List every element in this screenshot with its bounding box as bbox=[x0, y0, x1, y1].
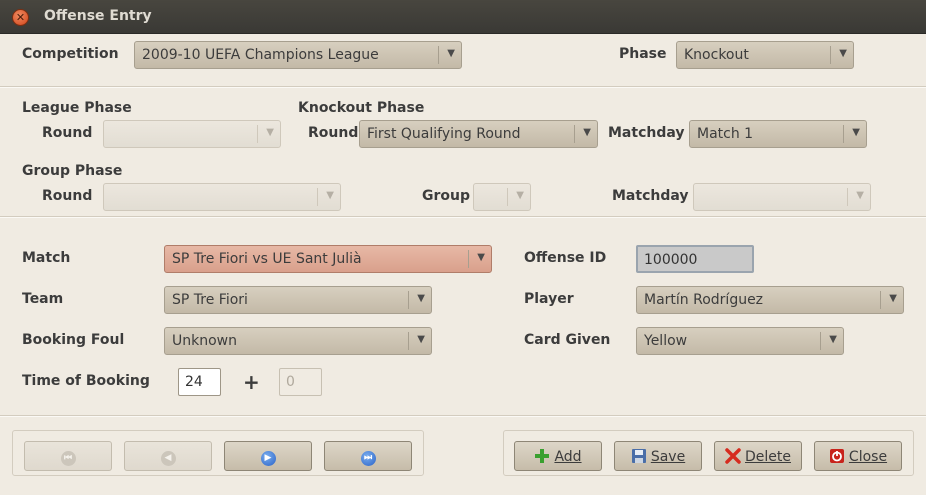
offense-id-label: Offense ID bbox=[524, 250, 607, 266]
booking-foul-label: Booking Foul bbox=[22, 332, 125, 348]
close-button[interactable]: Close bbox=[814, 441, 902, 471]
stoppage-time-field[interactable]: 0 bbox=[279, 368, 322, 396]
chevron-down-icon: ▼ bbox=[417, 293, 425, 304]
league-round-label: Round bbox=[42, 125, 93, 141]
title-bar: ✕ Offense Entry bbox=[0, 0, 926, 34]
next-record-icon: ▶ bbox=[260, 451, 276, 466]
chevron-down-icon: ▼ bbox=[516, 190, 524, 201]
chevron-down-icon: ▼ bbox=[326, 190, 334, 201]
player-label: Player bbox=[524, 291, 574, 307]
delete-icon bbox=[725, 448, 741, 464]
card-given-select[interactable]: Yellow ▼ bbox=[636, 327, 844, 355]
chevron-down-icon: ▼ bbox=[583, 127, 591, 138]
team-select[interactable]: SP Tre Fiori ▼ bbox=[164, 286, 432, 314]
group-round-select[interactable]: ▼ bbox=[103, 183, 341, 211]
league-round-select[interactable]: ▼ bbox=[103, 120, 281, 148]
phase-select[interactable]: Knockout ▼ bbox=[676, 41, 854, 69]
league-phase-heading: League Phase bbox=[22, 100, 132, 116]
booking-foul-value: Unknown bbox=[172, 333, 237, 349]
chevron-down-icon: ▼ bbox=[829, 334, 837, 345]
divider bbox=[0, 86, 926, 88]
group-matchday-label: Matchday bbox=[612, 188, 689, 204]
first-record-icon: ⏮ bbox=[60, 451, 76, 466]
knockout-round-select[interactable]: First Qualifying Round ▼ bbox=[359, 120, 598, 148]
next-record-button[interactable]: ▶ bbox=[224, 441, 312, 471]
phase-label: Phase bbox=[619, 46, 667, 62]
player-value: Martín Rodríguez bbox=[644, 292, 764, 308]
match-value: SP Tre Fiori vs UE Sant Julià bbox=[172, 251, 362, 267]
offense-id-field: 100000 bbox=[636, 245, 754, 273]
knockout-round-value: First Qualifying Round bbox=[367, 126, 521, 142]
chevron-down-icon: ▼ bbox=[477, 252, 485, 263]
divider bbox=[0, 415, 926, 417]
previous-record-icon: ◀ bbox=[160, 451, 176, 466]
window-title: Offense Entry bbox=[44, 8, 152, 24]
match-label: Match bbox=[22, 250, 71, 266]
close-action-icon bbox=[829, 449, 844, 463]
phase-value: Knockout bbox=[684, 47, 749, 63]
first-record-button[interactable]: ⏮ bbox=[24, 441, 112, 471]
time-of-booking-label: Time of Booking bbox=[22, 373, 150, 389]
competition-value: 2009-10 UEFA Champions League bbox=[142, 47, 379, 63]
knockout-phase-heading: Knockout Phase bbox=[298, 100, 425, 116]
previous-record-button[interactable]: ◀ bbox=[124, 441, 212, 471]
group-round-label: Round bbox=[42, 188, 93, 204]
divider bbox=[0, 216, 926, 218]
card-given-label: Card Given bbox=[524, 332, 611, 348]
chevron-down-icon: ▼ bbox=[852, 127, 860, 138]
last-record-icon: ⏭ bbox=[360, 451, 376, 466]
group-matchday-select[interactable]: ▼ bbox=[693, 183, 871, 211]
offense-entry-form: Competition 2009-10 UEFA Champions Leagu… bbox=[0, 34, 926, 495]
delete-button[interactable]: Delete bbox=[714, 441, 802, 471]
competition-label: Competition bbox=[22, 46, 119, 62]
team-label: Team bbox=[22, 291, 64, 307]
card-given-value: Yellow bbox=[644, 333, 688, 349]
booking-minute-field[interactable]: 24 bbox=[178, 368, 221, 396]
knockout-matchday-select[interactable]: Match 1 ▼ bbox=[689, 120, 867, 148]
add-icon bbox=[535, 449, 550, 463]
save-icon bbox=[631, 449, 646, 463]
group-phase-heading: Group Phase bbox=[22, 163, 123, 179]
booking-foul-select[interactable]: Unknown ▼ bbox=[164, 327, 432, 355]
group-select[interactable]: ▼ bbox=[473, 183, 531, 211]
close-icon[interactable]: ✕ bbox=[12, 9, 29, 26]
last-record-button[interactable]: ⏭ bbox=[324, 441, 412, 471]
group-label: Group bbox=[422, 188, 471, 204]
chevron-down-icon: ▼ bbox=[266, 127, 274, 138]
plus-sign: + bbox=[243, 370, 260, 394]
chevron-down-icon: ▼ bbox=[417, 334, 425, 345]
chevron-down-icon: ▼ bbox=[856, 190, 864, 201]
add-button[interactable]: Add bbox=[514, 441, 602, 471]
knockout-matchday-value: Match 1 bbox=[697, 126, 754, 142]
chevron-down-icon: ▼ bbox=[839, 48, 847, 59]
knockout-round-label: Round bbox=[308, 125, 359, 141]
knockout-matchday-label: Matchday bbox=[608, 125, 685, 141]
save-button[interactable]: Save bbox=[614, 441, 702, 471]
player-select[interactable]: Martín Rodríguez ▼ bbox=[636, 286, 904, 314]
chevron-down-icon: ▼ bbox=[447, 48, 455, 59]
chevron-down-icon: ▼ bbox=[889, 293, 897, 304]
team-value: SP Tre Fiori bbox=[172, 292, 248, 308]
competition-select[interactable]: 2009-10 UEFA Champions League ▼ bbox=[134, 41, 462, 69]
match-select[interactable]: SP Tre Fiori vs UE Sant Julià ▼ bbox=[164, 245, 492, 273]
